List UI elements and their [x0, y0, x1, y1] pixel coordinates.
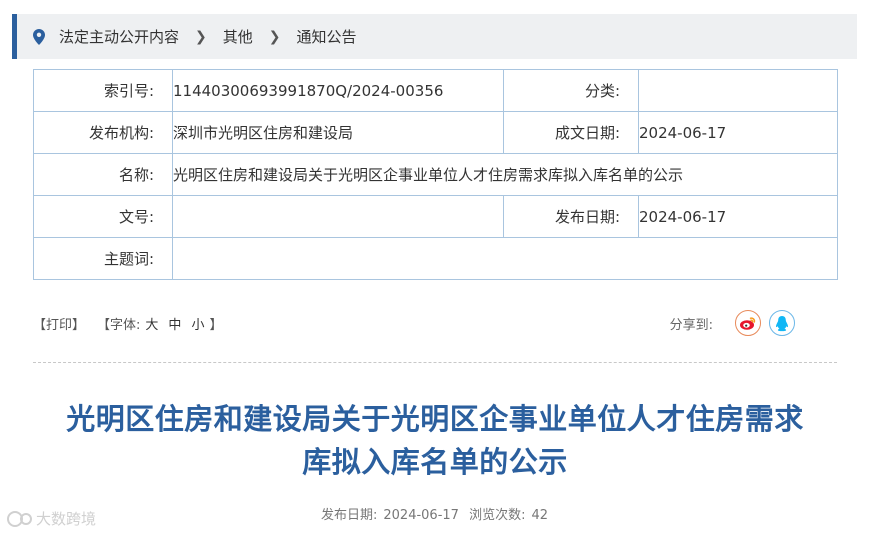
- document-meta-table: 索引号: 11440300693991870Q/2024-00356 分类: 发…: [33, 69, 838, 280]
- index-value: 11440300693991870Q/2024-00356: [172, 69, 504, 112]
- breadcrumb: 法定主动公开内容 ❯ 其他 ❯ 通知公告: [12, 14, 857, 59]
- article-views-value: 42: [531, 508, 549, 523]
- publisher-label: 发布机构:: [33, 111, 173, 154]
- publish-date-label: 发布日期:: [503, 195, 639, 238]
- article-info: 发布日期: 2024-06-17 浏览次数: 42: [0, 504, 869, 523]
- breadcrumb-item-notices[interactable]: 通知公告: [297, 26, 357, 47]
- table-row: 发布机构: 深圳市光明区住房和建设局 成文日期: 2024-06-17: [33, 111, 838, 154]
- index-label: 索引号:: [33, 69, 173, 112]
- font-small-button[interactable]: 小: [191, 318, 204, 333]
- article-views-label: 浏览次数:: [469, 508, 526, 523]
- article-date-value: 2024-06-17: [383, 508, 459, 523]
- document-number-label: 文号:: [33, 195, 173, 238]
- font-size-suffix: 】: [209, 317, 223, 333]
- font-size-prefix: 【字体:: [97, 317, 141, 333]
- content-divider: [33, 362, 837, 363]
- name-label: 名称:: [33, 153, 173, 196]
- font-size-control: 【字体: 大中小】: [97, 314, 222, 333]
- article-date-label: 发布日期:: [320, 508, 378, 523]
- publisher-value: 深圳市光明区住房和建设局: [172, 111, 504, 154]
- font-medium-button[interactable]: 中: [168, 318, 181, 333]
- share-bar: 分享到:: [670, 306, 795, 340]
- subject-words-label: 主题词:: [33, 237, 173, 280]
- share-label: 分享到:: [669, 317, 713, 333]
- watermark: 大数跨境: [6, 508, 96, 529]
- article-title-line: 光明区住房和建设局关于光明区企事业单位人才住房需求: [66, 402, 804, 436]
- publish-date-value: 2024-06-17: [638, 195, 838, 238]
- weibo-share-icon[interactable]: [735, 310, 761, 336]
- document-number-value: [172, 195, 504, 238]
- article-toolbar: 【打印】 【字体: 大中小】 分享到:: [33, 306, 837, 340]
- qq-share-icon[interactable]: [769, 310, 795, 336]
- chevron-right-icon: ❯: [195, 28, 207, 45]
- chevron-right-icon: ❯: [268, 28, 281, 45]
- watermark-logo-icon: [7, 510, 32, 527]
- article-title-line: 库拟入库名单的公示: [302, 445, 568, 479]
- table-row: 索引号: 11440300693991870Q/2024-00356 分类:: [33, 69, 838, 112]
- category-label: 分类:: [503, 69, 639, 112]
- watermark-text: 大数跨境: [36, 510, 97, 528]
- category-value: [638, 69, 838, 112]
- font-large-button[interactable]: 大: [145, 318, 158, 333]
- article-title: 光明区住房和建设局关于光明区企事业单位人才住房需求 库拟入库名单的公示: [20, 398, 850, 484]
- name-value: 光明区住房和建设局关于光明区企事业单位人才住房需求库拟入库名单的公示: [172, 153, 838, 196]
- table-row: 名称: 光明区住房和建设局关于光明区企事业单位人才住房需求库拟入库名单的公示: [33, 153, 838, 196]
- print-button[interactable]: 【打印】: [33, 314, 85, 333]
- created-date-label: 成文日期:: [503, 111, 639, 154]
- breadcrumb-item-other[interactable]: 其他: [223, 26, 253, 47]
- location-pin-icon: [33, 28, 45, 45]
- table-row: 文号: 发布日期: 2024-06-17: [33, 195, 838, 238]
- breadcrumb-item-public-content[interactable]: 法定主动公开内容: [59, 26, 179, 47]
- subject-words-value: [172, 237, 838, 280]
- table-row: 主题词:: [33, 237, 838, 280]
- created-date-value: 2024-06-17: [638, 111, 838, 154]
